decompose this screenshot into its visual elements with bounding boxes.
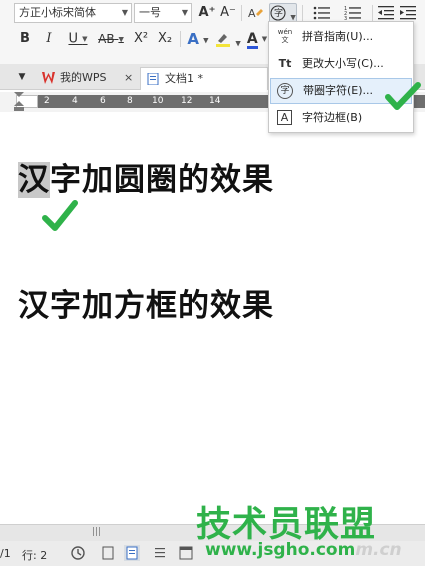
font-color-icon: A	[246, 30, 258, 49]
numbered-list-button[interactable]: 1 2 3	[338, 3, 368, 23]
wps-logo-icon	[42, 72, 55, 84]
menu-item-change-case[interactable]: Tt 更改大小写(C)...	[270, 51, 412, 77]
change-case-icon: Tt	[278, 57, 292, 70]
history-icon[interactable]	[70, 545, 86, 561]
close-icon[interactable]: ×	[124, 67, 133, 89]
enclose-characters-menu: wén文 拼音指南(U)... Tt 更改大小写(C)... 字 带圈字符(E)…	[268, 21, 414, 133]
bold-button[interactable]: B	[16, 29, 34, 49]
eraser-icon: A	[248, 7, 263, 20]
text-effect-icon: A	[187, 30, 200, 48]
decrease-indent-button[interactable]	[376, 3, 396, 23]
grow-font-button[interactable]: A⁺	[198, 3, 216, 23]
chevron-down-icon: ▼	[235, 39, 241, 48]
watermark-url: www.jsgho.comm.cn	[205, 540, 402, 560]
underline-label: U	[68, 31, 78, 47]
web-view-icon[interactable]	[178, 545, 194, 561]
outline-view-icon[interactable]	[152, 545, 168, 561]
tab-label: 我的WPS	[60, 71, 107, 84]
tab-document-1[interactable]: 文档1 *	[140, 67, 268, 90]
subscript-button[interactable]: X₂	[154, 29, 176, 49]
line-text: 汉字加方框的效果	[18, 288, 274, 324]
selected-character[interactable]: 汉	[18, 162, 50, 198]
shrink-font-button[interactable]: A⁻	[219, 3, 237, 23]
increase-indent-button[interactable]	[398, 3, 418, 23]
bold-label: B	[20, 31, 30, 46]
line-indicator[interactable]: 行: 2	[22, 547, 47, 563]
strikethrough-button[interactable]: AB ▼	[94, 29, 128, 49]
chevron-down-icon: ▼	[203, 36, 209, 45]
character-border-icon: A	[277, 110, 292, 125]
watermark-url-tail: m.cn	[355, 540, 402, 560]
numbered-list-icon: 1 2 3	[344, 6, 361, 22]
page-view-icon[interactable]	[124, 545, 140, 561]
clear-format-button[interactable]: A	[245, 3, 265, 23]
ruler-number: 10	[152, 96, 164, 106]
chevron-down-icon: ▼	[181, 8, 188, 17]
phonetic-guide-icon: wén文	[277, 28, 293, 44]
highlight-button[interactable]: ▼	[214, 29, 242, 49]
view-mode-icon[interactable]	[100, 545, 116, 561]
svg-text:3: 3	[344, 16, 347, 20]
ruler-number: 4	[72, 96, 78, 106]
page-indicator[interactable]: /1	[0, 547, 11, 560]
menu-item-label: 字符边框(B)	[302, 111, 363, 124]
chevron-down-icon: ▼	[82, 35, 88, 43]
menu-item-phonetic-guide[interactable]: wén文 拼音指南(U)...	[270, 24, 412, 50]
line-text: 字加圆圈的效果	[50, 162, 274, 198]
menu-item-label: 带圈字符(E)...	[303, 84, 374, 97]
chevron-down-icon: ▼	[121, 8, 128, 17]
watermark-url-text: www.jsgho.com	[205, 540, 356, 560]
chevron-down-icon: ▼	[118, 35, 124, 44]
check-mark-icon	[42, 200, 78, 231]
grow-font-label: A⁺	[198, 5, 216, 20]
font-name-value: 方正小标宋简体	[19, 6, 96, 19]
toolbar-divider	[180, 31, 181, 47]
toolbar-divider	[372, 5, 373, 21]
indent-marker-icon[interactable]	[14, 92, 24, 112]
ruler-number: 14	[209, 96, 221, 106]
tab-label: 文档1 *	[165, 72, 203, 85]
document-icon	[147, 73, 159, 85]
outdent-icon	[378, 6, 394, 20]
superscript-button[interactable]: X²	[130, 29, 152, 49]
ruler-number: 8	[127, 96, 133, 106]
italic-label: I	[46, 31, 52, 46]
document-line-circled-effect[interactable]: 汉字加圆圈的效果	[18, 154, 274, 199]
underline-button[interactable]: U ▼	[64, 29, 92, 49]
document-page[interactable]: 汉字加圆圈的效果 汉字加方框的效果	[0, 112, 425, 524]
menu-item-label: 更改大小写(C)...	[302, 57, 384, 70]
shrink-font-label: A⁻	[220, 5, 236, 20]
document-line-boxed-effect[interactable]: 汉字加方框的效果	[18, 280, 274, 325]
font-size-value: 一号	[139, 6, 161, 19]
strikethrough-label: AB	[98, 32, 115, 46]
text-effect-button[interactable]: A ▼	[184, 29, 212, 49]
superscript-label: X²	[133, 31, 149, 46]
scroll-grip-icon: |||	[92, 527, 102, 537]
menu-item-label: 拼音指南(U)...	[302, 30, 374, 43]
toolbar-divider	[241, 5, 242, 21]
tab-list-button[interactable]: ▼	[14, 67, 30, 87]
bullet-list-icon	[313, 6, 330, 20]
font-color-button[interactable]: A ▼	[244, 29, 270, 49]
ruler-number: 6	[100, 96, 106, 106]
check-mark-icon	[385, 82, 421, 110]
bullet-list-button[interactable]	[308, 3, 336, 23]
highlighter-icon	[216, 34, 231, 47]
chevron-down-icon: ▼	[261, 35, 268, 43]
ruler-number: 12	[181, 96, 193, 106]
svg-text:A: A	[248, 7, 256, 20]
font-name-select[interactable]: 方正小标宋简体 ▼	[14, 3, 132, 23]
italic-button[interactable]: I	[40, 29, 58, 49]
font-size-select[interactable]: 一号 ▼	[134, 3, 192, 23]
chevron-down-icon: ▼	[18, 72, 26, 82]
enclose-characters-dropdown[interactable]: 字 ▼	[269, 3, 297, 23]
circled-character-icon: 字	[277, 83, 293, 99]
tab-my-wps[interactable]: 我的WPS ×	[36, 67, 140, 90]
toolbar-divider	[302, 5, 303, 21]
indent-icon	[400, 6, 416, 20]
subscript-label: X₂	[157, 31, 173, 46]
ruler-number: 2	[44, 96, 50, 106]
